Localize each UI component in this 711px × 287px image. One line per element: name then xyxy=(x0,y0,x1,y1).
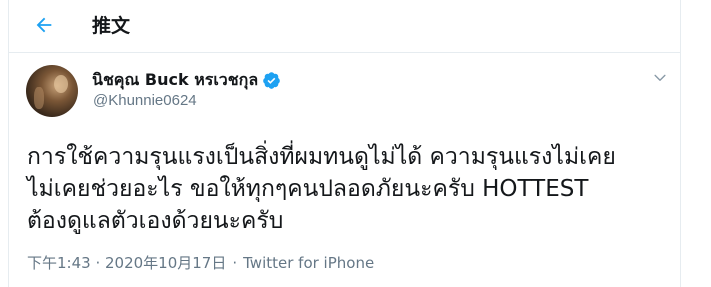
tweet-meta: 下午1:43 · 2020年10月17日 · Twitter for iPhon… xyxy=(27,252,374,273)
avatar[interactable] xyxy=(26,65,78,117)
tweet-source-link[interactable]: Twitter for iPhone xyxy=(243,254,374,272)
tweet-text: การใช้ความรุนแรงเป็นสิ่งที่ผมทนดูไม่ได้ … xyxy=(27,144,616,234)
author-name[interactable]: นิชคุณ Buck หรเวชกุล xyxy=(92,68,258,93)
back-button[interactable] xyxy=(27,8,61,42)
tweet-menu-button[interactable] xyxy=(649,67,671,89)
page-header: 推文 xyxy=(9,0,680,53)
author-handle[interactable]: @Khunnie0624 xyxy=(93,92,197,109)
tweet-page: 推文 นิชคุณ Buck หรเวชกุล @Khunnie0624 การ… xyxy=(8,0,681,287)
author-name-row: นิชคุณ Buck หรเวชกุล xyxy=(92,68,281,93)
page-title: 推文 xyxy=(92,15,131,37)
tweet-timestamp[interactable]: 下午1:43 · 2020年10月17日 xyxy=(27,252,226,273)
chevron-down-icon xyxy=(651,69,669,87)
meta-separator: · xyxy=(232,253,238,272)
verified-badge-icon xyxy=(262,71,281,90)
arrow-left-icon xyxy=(33,14,55,36)
